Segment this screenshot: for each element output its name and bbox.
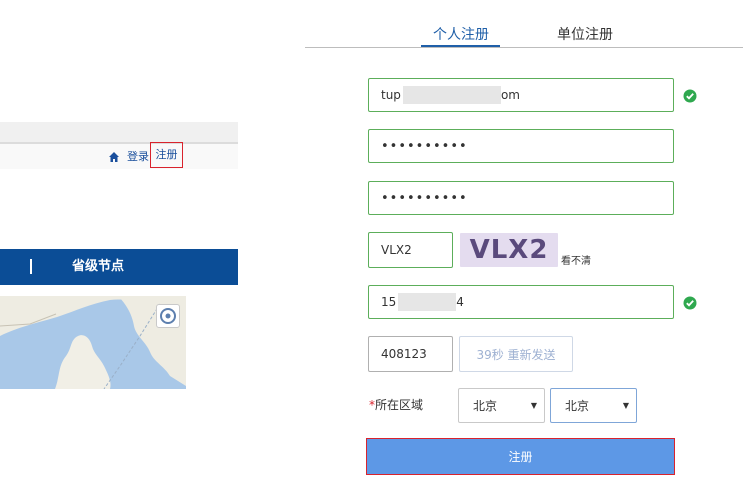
- captcha-image[interactable]: VLX2: [460, 233, 558, 267]
- phone-prefix: 15: [381, 295, 397, 309]
- phone-suffix: 4: [456, 295, 464, 309]
- region-label-text: 所在区域: [375, 398, 424, 412]
- map-edge: [186, 296, 238, 389]
- home-icon[interactable]: [108, 151, 120, 163]
- phone-field[interactable]: 15 4: [368, 285, 674, 319]
- sms-code-value: 408123: [381, 347, 427, 361]
- tab-personal-registration[interactable]: 个人注册: [433, 26, 489, 44]
- top-banner-strip: [0, 122, 238, 142]
- redacted-block: [402, 86, 501, 104]
- chevron-down-icon: ▼: [622, 401, 629, 410]
- confirm-password-value: ••••••••••: [381, 190, 468, 206]
- region-label: *所在区域: [369, 398, 423, 412]
- sms-code-field[interactable]: 408123: [368, 336, 453, 372]
- confirm-password-field[interactable]: ••••••••••: [368, 181, 674, 215]
- active-tab-indicator: [421, 45, 500, 47]
- section-title: 省级节点: [72, 259, 125, 274]
- captcha-input[interactable]: VLX2: [368, 232, 453, 268]
- check-circle-icon: [683, 89, 697, 103]
- login-link[interactable]: 登录: [127, 150, 149, 164]
- email-prefix: tup: [381, 88, 401, 102]
- refresh-captcha-link[interactable]: 看不清: [561, 256, 591, 268]
- province-select[interactable]: 北京 ▼: [458, 388, 545, 423]
- password-field[interactable]: ••••••••••: [368, 129, 674, 163]
- register-button[interactable]: 注册: [366, 438, 675, 475]
- section-header: 省级节点: [0, 249, 238, 285]
- tab-organization-registration[interactable]: 单位注册: [557, 26, 613, 44]
- password-value: ••••••••••: [381, 138, 468, 154]
- locate-icon: [160, 308, 176, 324]
- email-suffix: om: [500, 88, 520, 102]
- divider: [30, 259, 32, 274]
- captcha-image-text: VLX2: [469, 235, 549, 265]
- province-value: 北京: [473, 399, 498, 413]
- tabs-divider: [305, 47, 743, 48]
- resend-sms-button[interactable]: 39秒 重新发送: [459, 336, 573, 372]
- city-value: 北京: [565, 399, 590, 413]
- map-locate-button[interactable]: [156, 304, 180, 328]
- check-circle-icon: [683, 296, 697, 310]
- city-select[interactable]: 北京 ▼: [550, 388, 637, 423]
- email-field[interactable]: tup om: [368, 78, 674, 112]
- chevron-down-icon: ▼: [530, 401, 537, 410]
- register-link[interactable]: 注册: [150, 142, 183, 168]
- captcha-value: VLX2: [381, 243, 412, 257]
- redacted-block: [398, 293, 457, 311]
